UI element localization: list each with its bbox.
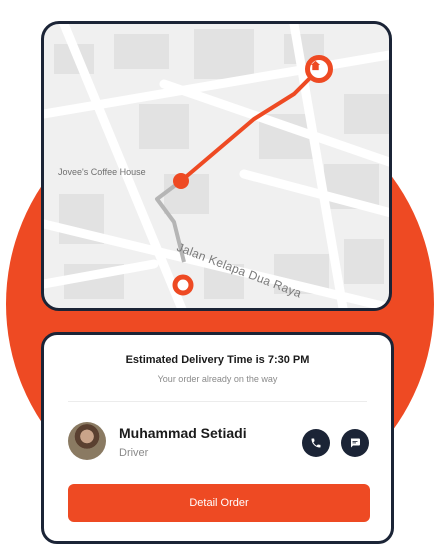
detail-order-button[interactable]: Detail Order: [68, 484, 370, 522]
driver-name: Muhammad Setiadi: [119, 425, 247, 441]
phone-icon: [311, 438, 321, 448]
chat-button[interactable]: [341, 429, 369, 457]
order-card: Estimated Delivery Time is 7:30 PM Your …: [41, 332, 394, 544]
divider: [68, 401, 367, 402]
eta-title: Estimated Delivery Time is 7:30 PM: [125, 354, 310, 366]
place-label: Jovee's Coffee House: [58, 167, 146, 177]
home-pin-icon: [305, 55, 333, 83]
eta-subtitle: Your order already on the way: [157, 374, 278, 384]
driver-avatar: [68, 422, 106, 460]
call-button[interactable]: [302, 429, 330, 457]
chat-icon: [350, 438, 360, 448]
route-map[interactable]: Jovee's Coffee House Jalan Kelapa Dua Ra…: [41, 21, 392, 311]
driver-role: Driver: [119, 447, 149, 459]
